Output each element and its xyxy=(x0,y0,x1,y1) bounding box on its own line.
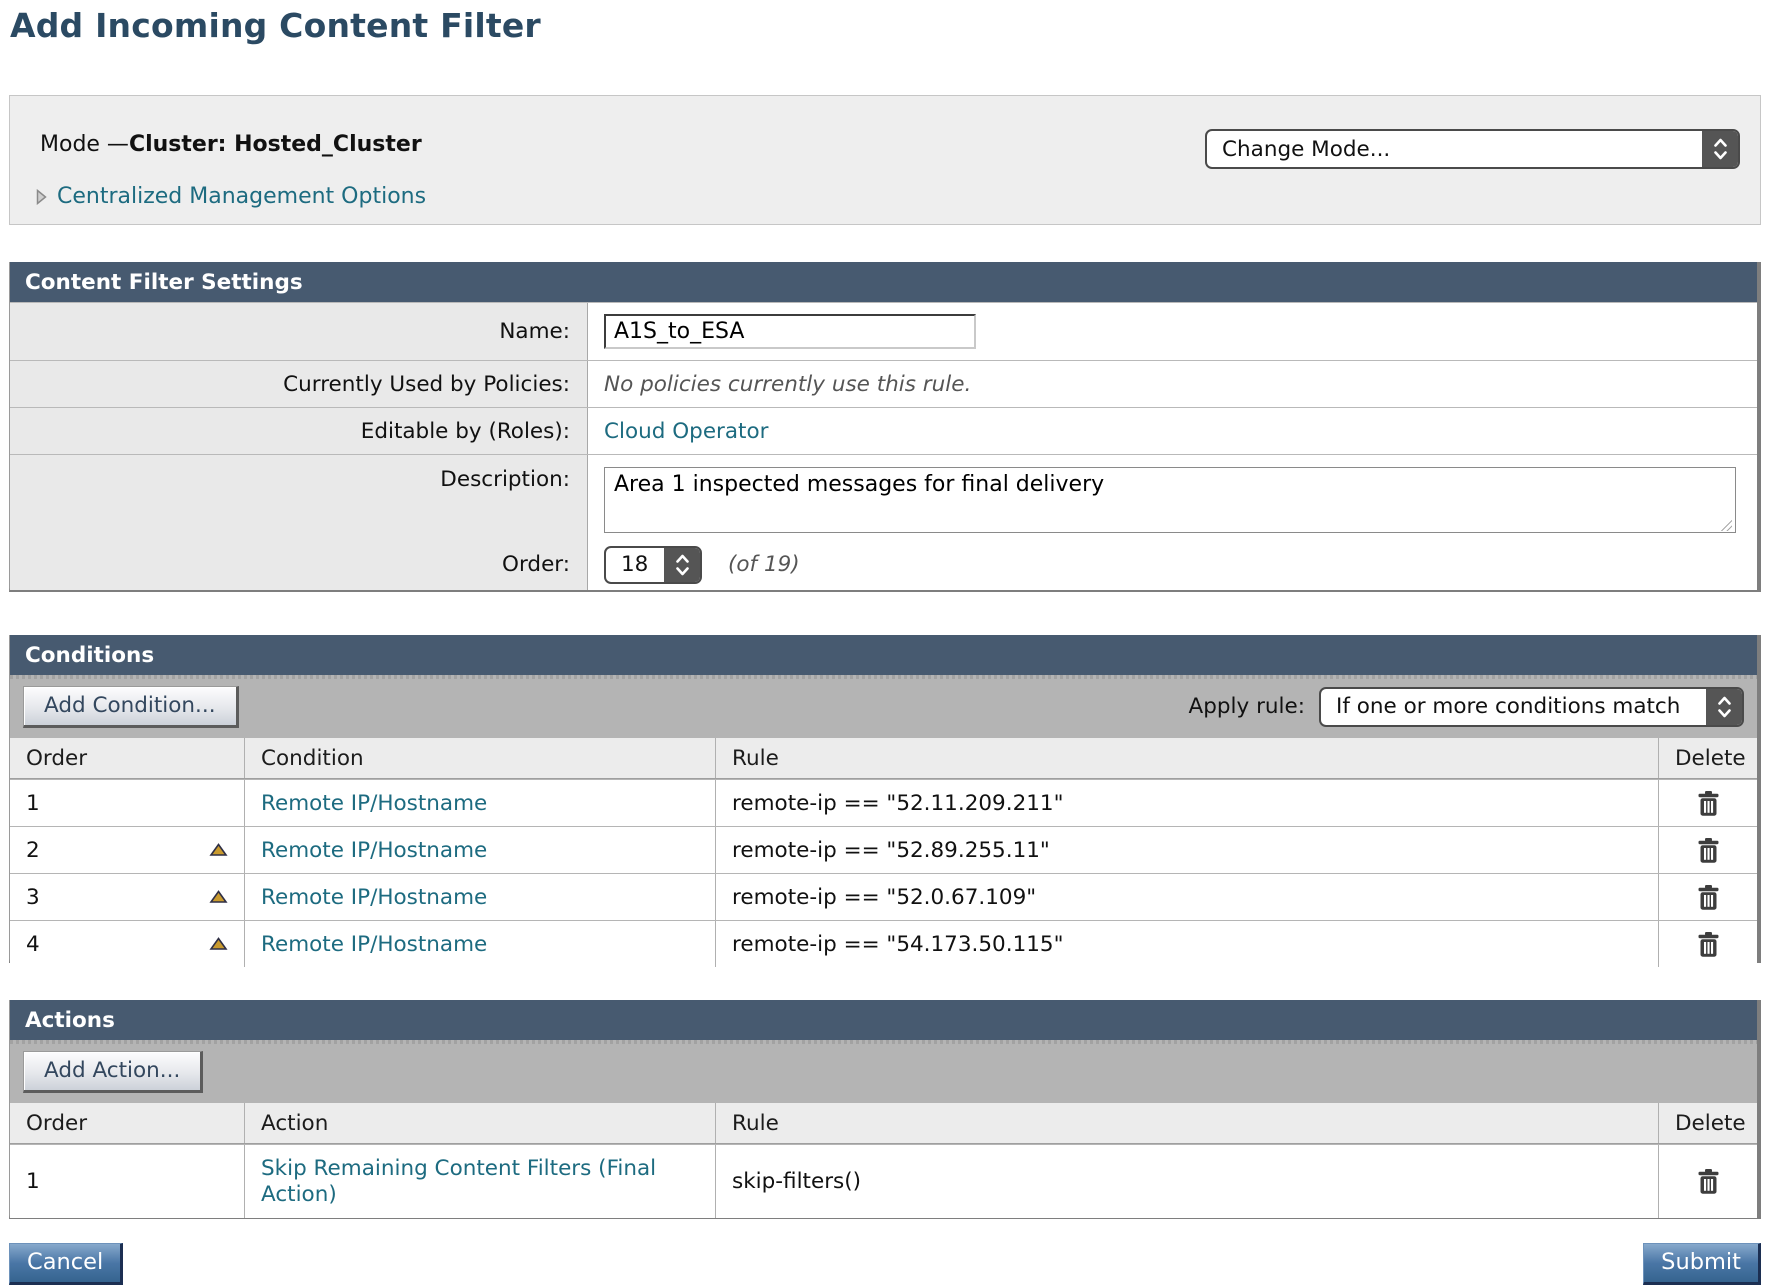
centralized-management-options-link[interactable]: Centralized Management Options xyxy=(36,184,426,209)
trash-icon xyxy=(1697,852,1720,867)
conditions-table-header-row: Order Condition Rule Delete xyxy=(10,738,1757,779)
apply-rule-select-value: If one or more conditions match xyxy=(1321,689,1706,725)
move-up-icon[interactable] xyxy=(209,843,228,857)
condition-order: 1 xyxy=(10,780,244,826)
actions-header: Actions xyxy=(10,1000,1757,1040)
condition-row: 4 Remote IP/Hostname remote-ip == "54.17… xyxy=(10,920,1757,967)
order-label: Order: xyxy=(10,539,588,590)
condition-rule: remote-ip == "54.173.50.115" xyxy=(715,921,1658,967)
footer-bar: Cancel Submit xyxy=(9,1243,1761,1285)
conditions-panel: Conditions Add Condition... Apply rule: … xyxy=(9,635,1761,963)
condition-order: 2 xyxy=(26,838,40,863)
delete-condition-button[interactable] xyxy=(1697,884,1720,911)
order-select-value: 18 xyxy=(606,548,664,582)
condition-link[interactable]: Remote IP/Hostname xyxy=(261,838,487,863)
stepper-updown-icon xyxy=(1706,689,1742,725)
delete-condition-button[interactable] xyxy=(1697,931,1720,958)
col-header-delete: Delete xyxy=(1658,738,1762,778)
action-order: 1 xyxy=(10,1145,244,1218)
disclosure-triangle-icon xyxy=(36,189,47,205)
mode-panel: Mode —Cluster: Hosted_Cluster Change Mod… xyxy=(9,95,1761,225)
col-header-order: Order xyxy=(10,1103,244,1143)
condition-link[interactable]: Remote IP/Hostname xyxy=(261,885,487,910)
stepper-updown-icon xyxy=(1702,131,1738,167)
order-total-note: (of 19) xyxy=(728,552,800,577)
condition-row: 2 Remote IP/Hostname remote-ip == "52.89… xyxy=(10,826,1757,873)
condition-order: 4 xyxy=(26,932,40,957)
condition-link[interactable]: Remote IP/Hostname xyxy=(261,791,487,816)
description-label: Description: xyxy=(10,455,588,539)
editable-by-label: Editable by (Roles): xyxy=(10,408,588,454)
col-header-rule: Rule xyxy=(715,1103,1658,1143)
trash-icon xyxy=(1697,1183,1720,1198)
add-action-button[interactable]: Add Action... xyxy=(23,1051,203,1093)
add-condition-button[interactable]: Add Condition... xyxy=(23,686,239,728)
change-mode-select[interactable]: Change Mode... xyxy=(1205,129,1740,169)
cloud-operator-link[interactable]: Cloud Operator xyxy=(604,419,768,444)
page-title: Add Incoming Content Filter xyxy=(10,6,541,45)
condition-rule: remote-ip == "52.0.67.109" xyxy=(715,874,1658,920)
centralized-management-options-label: Centralized Management Options xyxy=(57,184,426,209)
name-input[interactable] xyxy=(604,314,976,349)
action-rule: skip-filters() xyxy=(715,1145,1658,1218)
condition-link[interactable]: Remote IP/Hostname xyxy=(261,932,487,957)
action-row: 1 Skip Remaining Content Filters (Final … xyxy=(10,1144,1757,1218)
delete-action-button[interactable] xyxy=(1697,1168,1720,1195)
move-up-icon[interactable] xyxy=(209,937,228,951)
condition-order: 3 xyxy=(26,885,40,910)
description-textarea[interactable]: Area 1 inspected messages for final deli… xyxy=(604,467,1736,533)
actions-toolbar: Add Action... xyxy=(10,1040,1757,1103)
apply-rule-label: Apply rule: xyxy=(1189,694,1305,719)
actions-table-header-row: Order Action Rule Delete xyxy=(10,1103,1757,1144)
col-header-condition: Condition xyxy=(244,738,715,778)
cancel-button[interactable]: Cancel xyxy=(9,1243,123,1285)
action-link[interactable]: Skip Remaining Content Filters (Final Ac… xyxy=(261,1156,699,1208)
trash-icon xyxy=(1697,805,1720,820)
condition-rule: remote-ip == "52.89.255.11" xyxy=(715,827,1658,873)
col-header-order: Order xyxy=(10,738,244,778)
condition-row: 1 Remote IP/Hostname remote-ip == "52.11… xyxy=(10,779,1757,826)
move-up-icon[interactable] xyxy=(209,890,228,904)
content-filter-settings-header: Content Filter Settings xyxy=(10,262,1757,302)
stepper-updown-icon xyxy=(664,548,700,582)
mode-label: Mode — xyxy=(40,132,129,157)
content-filter-settings-panel: Content Filter Settings Name: Currently … xyxy=(9,262,1761,592)
col-header-rule: Rule xyxy=(715,738,1658,778)
trash-icon xyxy=(1697,899,1720,914)
mode-value: Cluster: Hosted_Cluster xyxy=(129,132,422,157)
col-header-action: Action xyxy=(244,1103,715,1143)
policies-value: No policies currently use this rule. xyxy=(604,372,971,397)
order-select[interactable]: 18 xyxy=(604,546,702,584)
actions-panel: Actions Add Action... Order Action Rule … xyxy=(9,1000,1761,1219)
condition-row: 3 Remote IP/Hostname remote-ip == "52.0.… xyxy=(10,873,1757,920)
delete-condition-button[interactable] xyxy=(1697,837,1720,864)
policies-label: Currently Used by Policies: xyxy=(10,361,588,407)
mode-line: Mode —Cluster: Hosted_Cluster xyxy=(40,132,422,157)
conditions-toolbar: Add Condition... Apply rule: If one or m… xyxy=(10,675,1757,738)
conditions-header: Conditions xyxy=(10,635,1757,675)
name-label: Name: xyxy=(10,303,588,360)
change-mode-select-value: Change Mode... xyxy=(1207,131,1702,167)
col-header-delete: Delete xyxy=(1658,1103,1762,1143)
trash-icon xyxy=(1697,946,1720,961)
condition-rule: remote-ip == "52.11.209.211" xyxy=(715,780,1658,826)
delete-condition-button[interactable] xyxy=(1697,790,1720,817)
submit-button[interactable]: Submit xyxy=(1643,1243,1761,1285)
apply-rule-select[interactable]: If one or more conditions match xyxy=(1319,687,1744,727)
